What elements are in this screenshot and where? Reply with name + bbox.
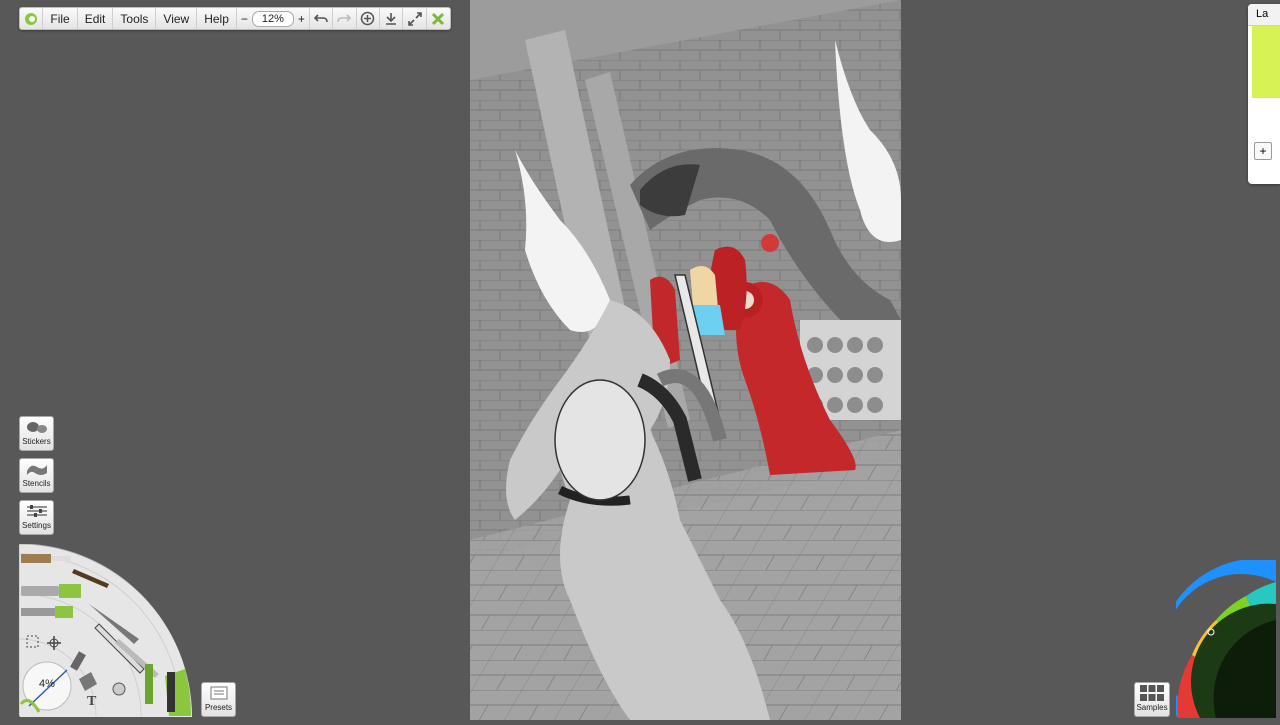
samples-grid-icon bbox=[1140, 685, 1164, 701]
zoom-in-button[interactable]: + bbox=[298, 12, 305, 26]
samples-button[interactable]: Samples bbox=[1134, 682, 1170, 717]
stickers-icon bbox=[26, 422, 47, 433]
stickers-button[interactable]: Stickers bbox=[19, 416, 54, 451]
zoom-control: − 12% + bbox=[237, 8, 310, 29]
menu-edit[interactable]: Edit bbox=[78, 8, 114, 29]
stickers-label: Stickers bbox=[22, 437, 51, 446]
zoom-out-button[interactable]: − bbox=[241, 12, 248, 26]
glitter-tool-icon[interactable] bbox=[112, 682, 126, 696]
zoom-field[interactable]: 12% bbox=[251, 10, 294, 27]
menu-file[interactable]: File bbox=[43, 8, 78, 29]
save-button[interactable] bbox=[380, 8, 404, 29]
layers-panel: La + bbox=[1248, 4, 1280, 184]
layers-tab[interactable]: La bbox=[1248, 4, 1280, 26]
color-picker-wheel[interactable] bbox=[1158, 558, 1280, 725]
redo-button[interactable] bbox=[333, 8, 357, 29]
stencils-label: Stencils bbox=[22, 479, 51, 488]
gloop-pen-icon[interactable] bbox=[167, 672, 175, 712]
paint-tube-icon[interactable] bbox=[21, 584, 81, 598]
close-icon bbox=[432, 12, 445, 25]
presets-button[interactable]: Presets bbox=[201, 682, 236, 717]
menu-help[interactable]: Help bbox=[197, 8, 237, 29]
undo-button[interactable] bbox=[310, 8, 334, 29]
download-icon bbox=[386, 12, 397, 25]
add-circle-icon bbox=[361, 11, 375, 26]
settings-button[interactable]: Settings bbox=[19, 500, 54, 535]
stencils-button[interactable]: Stencils bbox=[19, 458, 54, 493]
tool-wheel[interactable]: 4% T bbox=[18, 543, 194, 725]
drawing-canvas[interactable] bbox=[470, 0, 901, 720]
add-layer-button[interactable]: + bbox=[1254, 142, 1272, 160]
text-tool-button[interactable]: T bbox=[87, 694, 96, 710]
top-toolbar: File Edit Tools View Help − 12% + bbox=[19, 7, 451, 30]
close-button[interactable] bbox=[427, 8, 450, 29]
stencils-icon bbox=[26, 465, 47, 475]
brush-size-readout[interactable]: 4% bbox=[39, 678, 55, 690]
layer-thumbnail[interactable] bbox=[1252, 26, 1280, 98]
menu-view[interactable]: View bbox=[156, 8, 198, 29]
sliders-icon bbox=[26, 505, 47, 517]
presets-icon bbox=[210, 686, 227, 700]
artwork-image bbox=[470, 0, 901, 720]
felt-pen-icon[interactable] bbox=[145, 664, 153, 704]
undo-icon bbox=[314, 13, 328, 22]
settings-label: Settings bbox=[22, 521, 51, 530]
menu-tools[interactable]: Tools bbox=[113, 8, 157, 29]
presets-label: Presets bbox=[204, 703, 233, 712]
redo-icon bbox=[337, 13, 352, 22]
samples-label: Samples bbox=[1136, 703, 1168, 712]
fullscreen-button[interactable] bbox=[403, 8, 427, 29]
new-canvas-button[interactable] bbox=[357, 8, 380, 29]
expand-icon bbox=[407, 11, 422, 26]
app-logo-icon[interactable] bbox=[20, 8, 44, 29]
